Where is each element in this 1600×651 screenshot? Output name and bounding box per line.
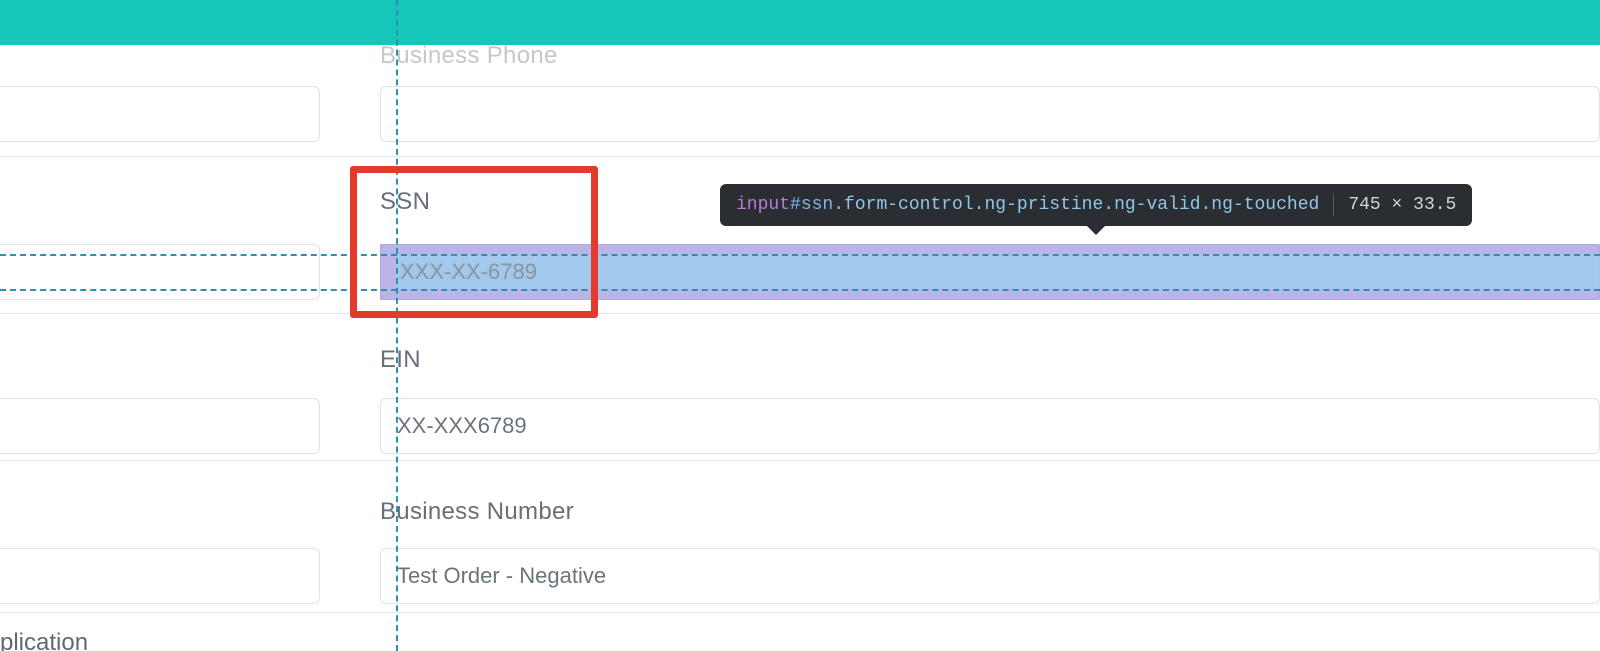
business-phone-input[interactable] — [380, 86, 1600, 142]
row-separator — [0, 313, 1600, 314]
left-column-input-2[interactable] — [0, 244, 320, 300]
devtools-dimensions: 745 × 33.5 — [1348, 195, 1456, 215]
devtools-id: #ssn — [790, 195, 833, 215]
ein-input[interactable] — [380, 398, 1600, 454]
cropped-text: plication — [0, 629, 88, 651]
business-phone-label: Business Phone — [380, 42, 558, 70]
ssn-label: SSN — [380, 188, 430, 216]
ein-label: EIN — [380, 346, 421, 374]
left-column-input-4[interactable] — [0, 548, 320, 604]
devtools-tooltip: input#ssn.form-control.ng-pristine.ng-va… — [720, 184, 1472, 226]
business-number-input[interactable] — [380, 548, 1600, 604]
row-separator — [0, 460, 1600, 461]
left-column-input-1[interactable] — [0, 86, 320, 142]
row-separator — [0, 612, 1600, 613]
devtools-tag: input — [736, 195, 790, 215]
devtools-classes: .form-control.ng-pristine.ng-valid.ng-to… — [833, 195, 1319, 215]
top-app-bar — [0, 0, 1600, 45]
ssn-input[interactable] — [380, 244, 1600, 300]
business-number-label: Business Number — [380, 498, 574, 526]
row-separator — [0, 156, 1600, 157]
left-column-input-3[interactable] — [0, 398, 320, 454]
